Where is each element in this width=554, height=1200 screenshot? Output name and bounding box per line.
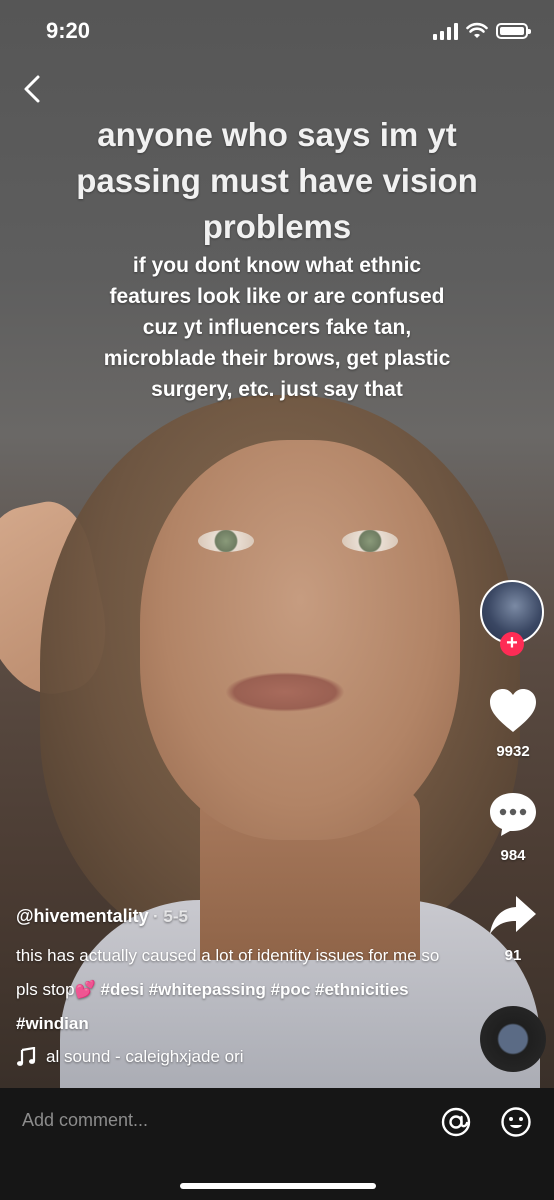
status-icons [433, 22, 531, 40]
chevron-left-icon [24, 75, 40, 103]
hashtag-desi[interactable]: #desi [101, 980, 144, 999]
hashtag-poc[interactable]: #poc [271, 980, 311, 999]
username-link[interactable]: @hivementality [16, 906, 149, 926]
like-count: 9932 [496, 743, 530, 760]
comment-bubble-icon[interactable] [488, 790, 538, 838]
emoji-button[interactable] [500, 1106, 532, 1138]
post-info: @hivementality · 5-5 this has actually c… [16, 906, 456, 1067]
heart-icon[interactable] [488, 688, 538, 734]
like-button[interactable]: 9932 [476, 688, 550, 760]
video-left-eye [198, 530, 254, 552]
battery-icon [496, 23, 531, 39]
hashtag-whitepassing[interactable]: #whitepassing [149, 980, 266, 999]
hashtag-ethnicities[interactable]: #ethnicities [315, 980, 409, 999]
smiley-icon[interactable] [500, 1106, 532, 1138]
wifi-icon [466, 22, 488, 38]
back-button[interactable] [18, 72, 48, 106]
music-note-icon [17, 1047, 36, 1066]
caption: this has actually caused a lot of identi… [16, 939, 456, 1041]
share-count: 91 [504, 947, 522, 964]
status-bar: 9:20 [0, 0, 554, 66]
video-overlay-body: if you dont know what ethnic features lo… [103, 254, 451, 401]
comment-count: 984 [500, 847, 526, 864]
at-sign-icon[interactable] [440, 1106, 472, 1138]
status-time: 9:20 [46, 18, 91, 43]
hashtag-windian[interactable]: #windian [16, 1014, 89, 1033]
post-date: · 5-5 [153, 907, 189, 926]
home-indicator [180, 1183, 376, 1189]
video-face [140, 440, 460, 840]
signal-icon [433, 22, 458, 40]
video-overlay-title: anyone who says im yt passing must have … [76, 116, 478, 245]
sound-link[interactable]: al sound - caleighxjade ori [16, 1047, 306, 1067]
follow-plus-icon[interactable]: + [500, 632, 524, 656]
share-button[interactable]: 91 [476, 894, 550, 964]
mention-button[interactable] [440, 1106, 472, 1138]
comment-input[interactable]: Add comment... [22, 1110, 148, 1131]
sound-name[interactable]: al sound - caleighxjade ori [46, 1047, 244, 1067]
video-right-eye [342, 530, 398, 552]
comment-button[interactable]: 984 [476, 790, 550, 864]
creator-avatar-button[interactable]: + [480, 580, 544, 656]
share-arrow-icon[interactable] [488, 894, 538, 938]
video-mouth [225, 672, 345, 712]
sound-disc-button[interactable] [480, 1006, 546, 1072]
